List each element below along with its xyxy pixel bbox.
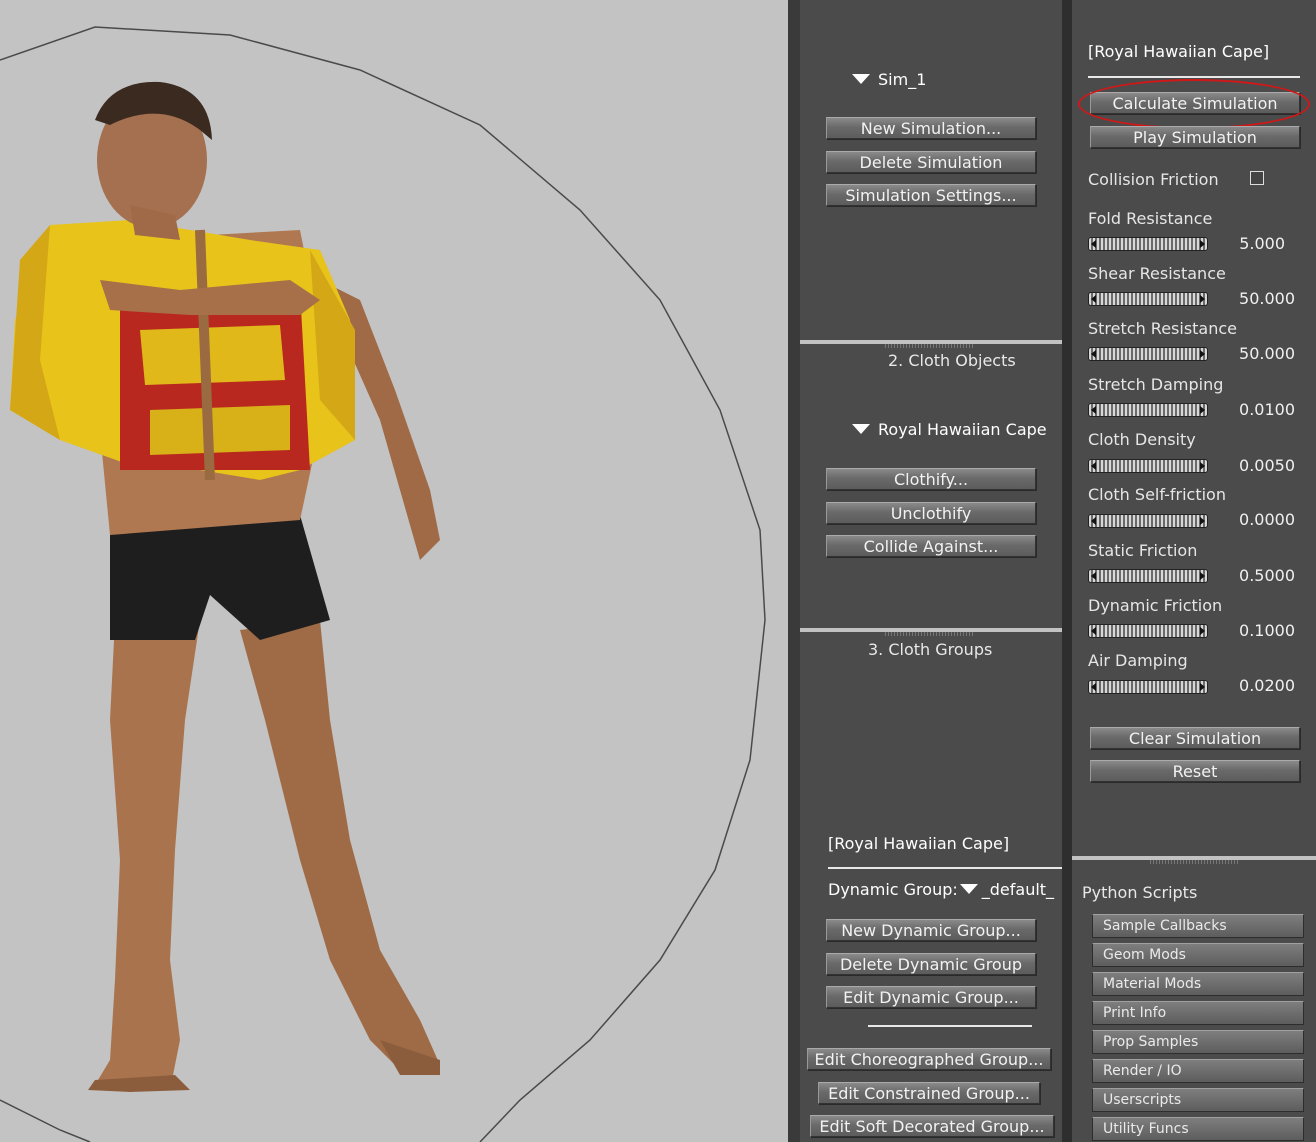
selected-cloth-object: [Royal Hawaiian Cape]: [828, 834, 1010, 853]
python-script-button[interactable]: Geom Mods: [1092, 943, 1304, 967]
param-label: Stretch Resistance: [1088, 319, 1238, 338]
param-value[interactable]: 0.0000: [1215, 510, 1295, 529]
triangle-down-icon: [959, 884, 978, 894]
python-script-button[interactable]: Sample Callbacks: [1092, 914, 1304, 938]
edit-constrained-group-button[interactable]: Edit Constrained Group...: [818, 1082, 1040, 1104]
figure-shorts: [110, 515, 330, 640]
param-dial[interactable]: [1088, 237, 1208, 251]
python-scripts-title: Python Scripts: [1082, 883, 1198, 902]
3d-viewport[interactable]: [0, 0, 788, 1142]
section-grip: [885, 344, 975, 348]
new-dynamic-group-button[interactable]: New Dynamic Group...: [826, 919, 1036, 941]
dynamic-group-selector[interactable]: Dynamic Group: _default_: [828, 880, 1054, 899]
simulation-settings-button[interactable]: Simulation Settings...: [826, 184, 1036, 206]
unclothify-button[interactable]: Unclothify: [826, 502, 1036, 524]
param-label: Cloth Density: [1088, 430, 1196, 449]
figure-legs: [88, 620, 440, 1092]
viewport-canvas: [0, 26, 766, 1142]
param-value[interactable]: 0.0050: [1215, 456, 1295, 475]
panel-splitter[interactable]: [788, 0, 800, 1142]
param-dial[interactable]: [1088, 624, 1208, 638]
param-label: Air Damping: [1088, 651, 1188, 670]
param-value[interactable]: 0.1000: [1215, 621, 1295, 640]
param-label: Shear Resistance: [1088, 264, 1226, 283]
param-label: Fold Resistance: [1088, 209, 1213, 228]
python-script-button[interactable]: Prop Samples: [1092, 1030, 1304, 1054]
param-dial[interactable]: [1088, 459, 1208, 473]
highlight-circle: [1078, 79, 1310, 129]
triangle-down-icon: [852, 74, 870, 84]
cloth-object-selector[interactable]: Royal Hawaiian Cape: [852, 420, 1047, 439]
section-grip: [885, 632, 975, 636]
simulation-name: Sim_1: [878, 70, 927, 89]
param-value[interactable]: 5.000: [1205, 234, 1285, 253]
edit-choreographed-group-button[interactable]: Edit Choreographed Group...: [807, 1048, 1051, 1070]
new-simulation-button[interactable]: New Simulation...: [826, 117, 1036, 139]
collision-friction-label: Collision Friction: [1088, 170, 1219, 189]
dynamic-group-value: _default_: [981, 880, 1055, 899]
python-script-button[interactable]: Render / IO: [1092, 1059, 1304, 1083]
column-splitter: [1062, 0, 1072, 1142]
divider-line: [868, 1025, 1032, 1027]
cloth-objects-title: 2. Cloth Objects: [888, 351, 1016, 370]
clear-simulation-button[interactable]: Clear Simulation: [1090, 727, 1300, 749]
edit-dynamic-group-button[interactable]: Edit Dynamic Group...: [826, 986, 1036, 1008]
reset-button[interactable]: Reset: [1090, 760, 1300, 782]
python-script-button[interactable]: Utility Funcs: [1092, 1117, 1304, 1141]
param-dial[interactable]: [1088, 514, 1208, 528]
param-value[interactable]: 0.0200: [1215, 676, 1295, 695]
triangle-down-icon: [852, 424, 870, 434]
dynamics-selected-object: [Royal Hawaiian Cape]: [1088, 42, 1270, 61]
param-dial[interactable]: [1088, 292, 1208, 306]
param-dial[interactable]: [1088, 403, 1208, 417]
param-dial[interactable]: [1088, 569, 1208, 583]
cloth-object-name: Royal Hawaiian Cape: [878, 420, 1047, 439]
divider-line: [1088, 76, 1300, 78]
figure-head: [95, 81, 212, 240]
param-value[interactable]: 50.000: [1215, 344, 1295, 363]
param-value[interactable]: 50.000: [1215, 289, 1295, 308]
divider-line: [828, 867, 1062, 869]
delete-simulation-button[interactable]: Delete Simulation: [826, 151, 1036, 173]
collide-against-button[interactable]: Collide Against...: [826, 535, 1036, 557]
param-value[interactable]: 0.0100: [1215, 400, 1295, 419]
python-script-button[interactable]: Print Info: [1092, 1001, 1304, 1025]
python-script-button[interactable]: Userscripts: [1092, 1088, 1304, 1112]
cloth-groups-title: 3. Cloth Groups: [868, 640, 993, 659]
collision-friction-checkbox[interactable]: [1250, 171, 1264, 185]
clothify-button[interactable]: Clothify...: [826, 468, 1036, 490]
simulation-selector[interactable]: Sim_1: [852, 70, 926, 89]
cape: [10, 220, 355, 481]
param-value[interactable]: 0.5000: [1215, 566, 1295, 585]
dynamic-group-label: Dynamic Group:: [828, 880, 958, 899]
param-label: Stretch Damping: [1088, 375, 1224, 394]
param-label: Static Friction: [1088, 541, 1198, 560]
edit-soft-decorated-group-button[interactable]: Edit Soft Decorated Group...: [810, 1115, 1054, 1137]
param-label: Cloth Self-friction: [1088, 485, 1226, 504]
section-grip: [1150, 860, 1240, 864]
param-dial[interactable]: [1088, 680, 1208, 694]
param-dial[interactable]: [1088, 347, 1208, 361]
python-script-button[interactable]: Material Mods: [1092, 972, 1304, 996]
play-simulation-button[interactable]: Play Simulation: [1090, 126, 1300, 148]
param-label: Dynamic Friction: [1088, 596, 1223, 615]
delete-dynamic-group-button[interactable]: Delete Dynamic Group: [826, 953, 1036, 975]
